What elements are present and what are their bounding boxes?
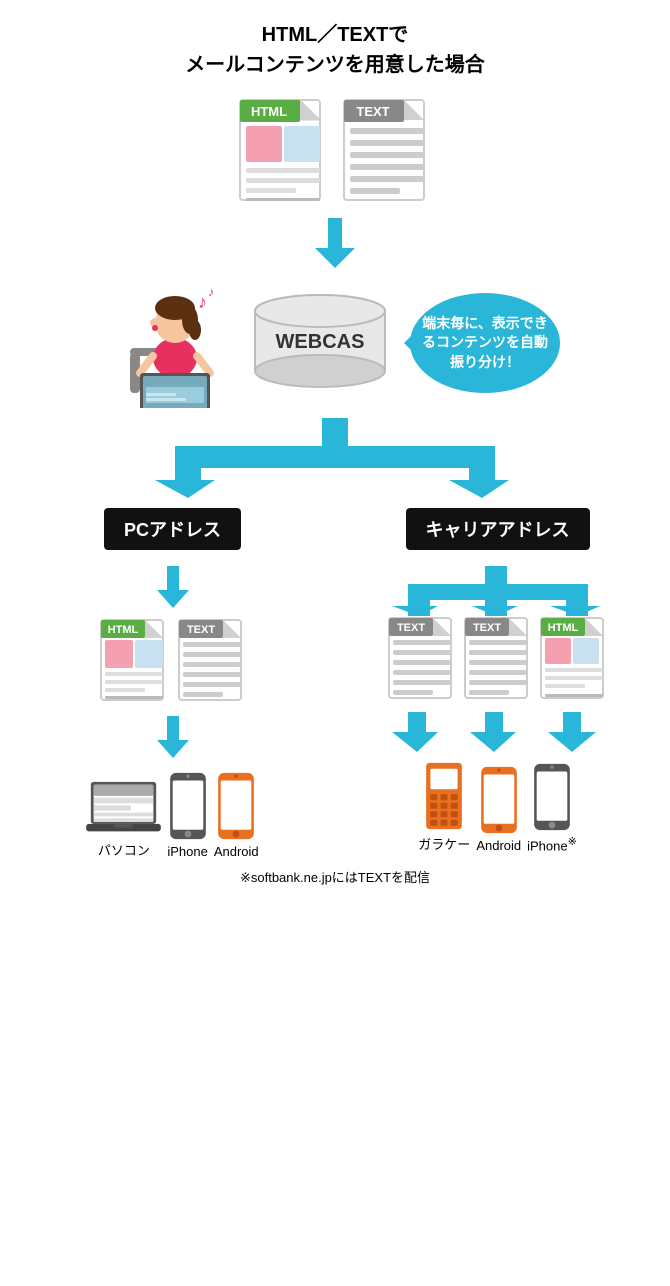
device-iphone-carrier: iPhone※ (527, 763, 577, 853)
android-label-carrier: Android (476, 838, 521, 853)
pc-html-doc: HTML (99, 618, 169, 704)
page-wrapper: HTML／TEXTで メールコンテンツを用意した場合 HTML (0, 0, 670, 906)
html-doc-icon: HTML (238, 98, 328, 208)
pc-doc-row: HTML TEXT (99, 618, 247, 704)
webcas-section: ♪ ♪ WEBCAS (10, 278, 660, 408)
svg-text:TEXT: TEXT (186, 624, 214, 636)
svg-text:HTML: HTML (107, 624, 138, 636)
device-android-pc: Android (214, 772, 259, 859)
svg-text:TEXT: TEXT (472, 622, 500, 634)
device-feature-phone: ガラケー (418, 762, 470, 853)
svg-text:TEXT: TEXT (396, 622, 424, 634)
svg-text:♪: ♪ (198, 292, 207, 312)
device-iphone-pc: iPhone (167, 772, 207, 859)
svg-text:WEBCAS: WEBCAS (276, 331, 365, 353)
device-android-carrier: Android (476, 766, 521, 853)
iphone-label-pc: iPhone (167, 844, 207, 859)
pc-col: PCアドレス HTML (17, 508, 329, 859)
pc-address-label: PCアドレス (104, 508, 241, 550)
pc-device-row: パソコン iPhone (86, 772, 258, 859)
pc-arrow (157, 566, 189, 608)
text-doc-icon: TEXT (342, 98, 432, 208)
carrier-arrows-down (388, 712, 608, 752)
webcas-db: WEBCAS (240, 293, 400, 393)
laptop-label: パソコン (98, 840, 150, 859)
svg-text:TEXT: TEXT (356, 104, 389, 119)
feature-phone-label: ガラケー (418, 834, 470, 853)
top-doc-row: HTML TEXT (238, 98, 432, 208)
footer-note: ※softbank.ne.jpにはTEXTを配信 (240, 867, 430, 886)
device-laptop: パソコン (86, 780, 161, 859)
carrier-text-doc1: TEXT (387, 616, 457, 702)
carrier-doc-row: TEXT TEXT (387, 616, 609, 702)
pc-arrow2 (157, 716, 189, 758)
android-label-pc: Android (214, 844, 259, 859)
svg-text:HTML: HTML (251, 104, 287, 119)
main-branch-arrow (95, 418, 575, 498)
carrier-device-row: ガラケー Android (418, 762, 576, 853)
carrier-html-doc: HTML (539, 616, 609, 702)
iphone-label-carrier: iPhone※ (527, 835, 577, 853)
pc-text-doc: TEXT (177, 618, 247, 704)
operator-illustration: ♪ ♪ (110, 278, 240, 408)
speech-bubble: 端末毎に、表示できるコンテンツを自動振り分け！ (410, 293, 560, 393)
two-col-section: PCアドレス HTML (10, 508, 660, 859)
svg-text:♪: ♪ (208, 285, 214, 299)
arrow-top (315, 218, 355, 268)
carrier-branch-arrow (388, 566, 608, 616)
carrier-col: キャリアアドレス (342, 508, 654, 853)
carrier-address-label: キャリアアドレス (406, 508, 590, 550)
carrier-text-doc2: TEXT (463, 616, 533, 702)
page-title: HTML／TEXTで メールコンテンツを用意した場合 (185, 20, 485, 80)
svg-text:HTML: HTML (547, 622, 578, 634)
